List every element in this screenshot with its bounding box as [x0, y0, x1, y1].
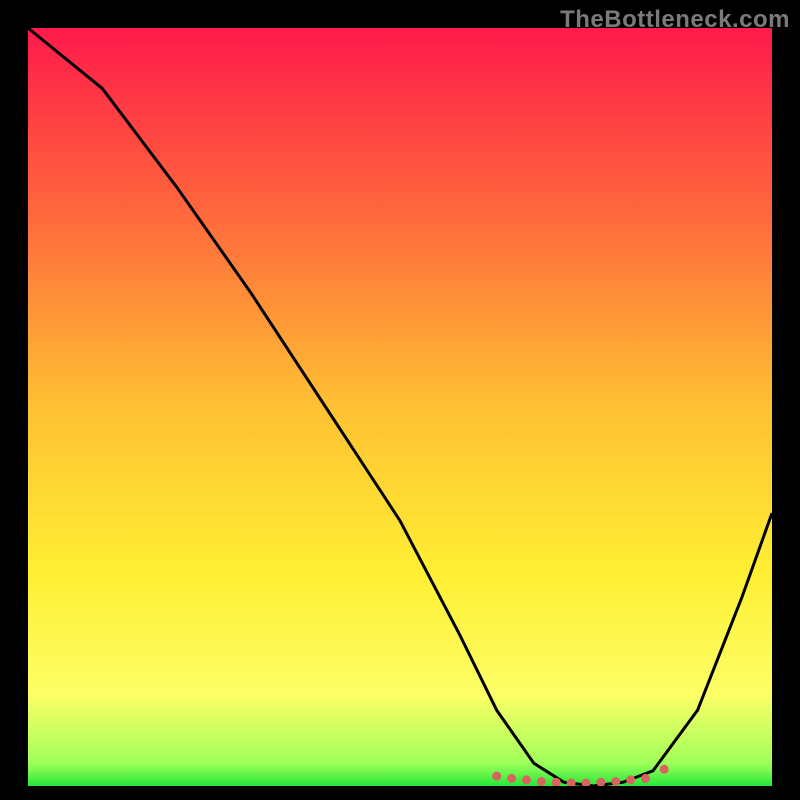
bottleneck-chart [28, 28, 772, 786]
plot-area [28, 28, 772, 786]
chart-container: TheBottleneck.com [0, 0, 800, 800]
